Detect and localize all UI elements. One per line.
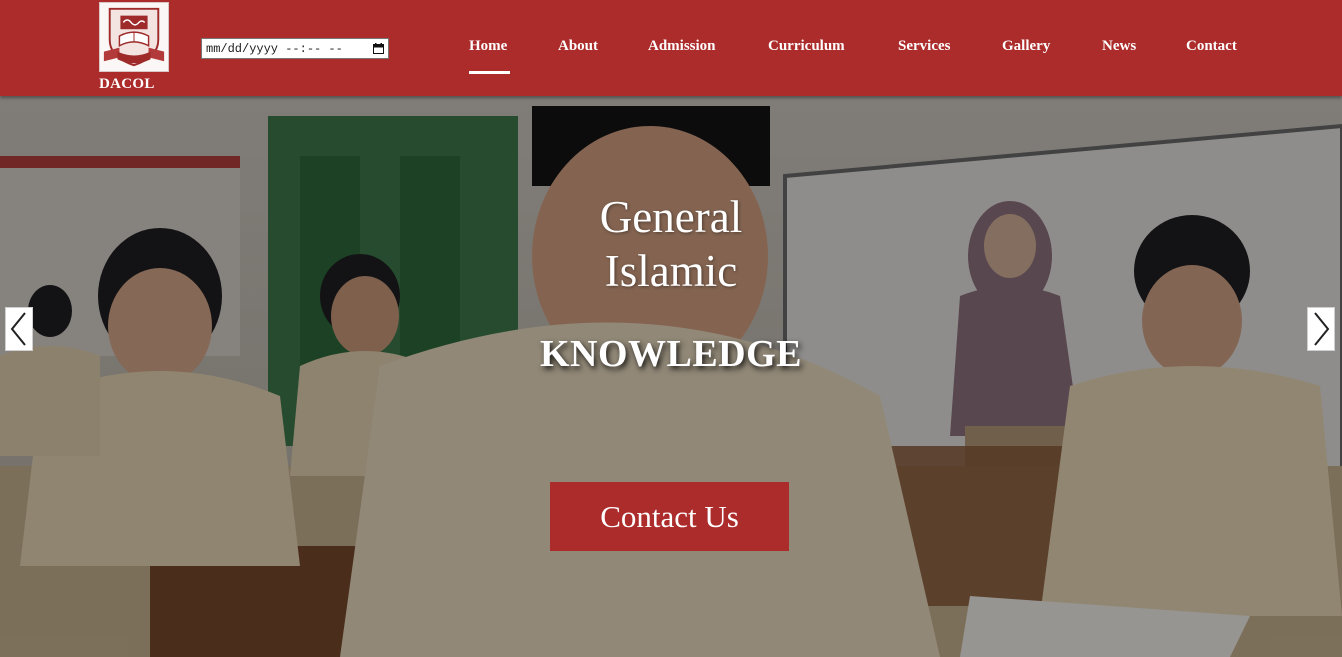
chevron-left-icon [10,312,26,346]
carousel-prev-button[interactable] [5,307,33,351]
hero-emphasis: KNOWLEDGE [539,333,803,375]
site-header: DACOL mm/dd/yyyy --:-- -- Home About Adm… [0,0,1342,96]
hero-line-2: Islamic [604,246,738,296]
nav-curriculum[interactable]: Curriculum [768,38,845,55]
brand-name: DACOL [99,76,155,92]
nav-services[interactable]: Services [898,38,950,55]
active-nav-indicator [469,71,510,74]
hero-banner: General Islamic KNOWLEDGE Contact Us [0,96,1342,657]
datetime-input[interactable]: mm/dd/yyyy --:-- -- [201,38,389,59]
carousel-next-button[interactable] [1307,307,1335,351]
nav-contact[interactable]: Contact [1186,38,1237,55]
nav-about[interactable]: About [558,38,598,55]
hero-dim-overlay [0,96,1342,657]
nav-gallery[interactable]: Gallery [1002,38,1050,55]
school-logo[interactable] [99,2,169,72]
chevron-right-icon [1314,312,1330,346]
hero-line-1: General [599,192,743,242]
calendar-icon[interactable] [373,43,384,54]
nav-home[interactable]: Home [469,38,507,55]
datetime-placeholder: mm/dd/yyyy --:-- -- [206,41,343,56]
nav-admission[interactable]: Admission [648,38,716,55]
nav-news[interactable]: News [1102,38,1136,55]
crest-icon [103,7,165,67]
contact-us-button[interactable]: Contact Us [550,482,789,551]
